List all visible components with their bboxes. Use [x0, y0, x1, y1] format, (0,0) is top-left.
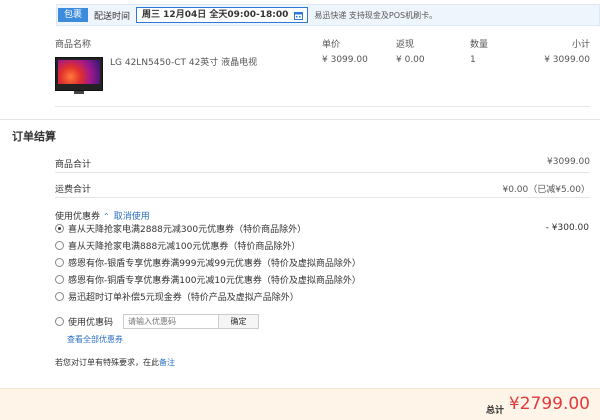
- coupon-code-label: 使用优惠码: [68, 317, 114, 328]
- radio-button[interactable]: [55, 257, 64, 267]
- radio-button[interactable]: [55, 240, 64, 250]
- delivery-note: 易迅快递 支持现金及POS机刷卡。: [314, 10, 438, 20]
- coupon-label: 喜从天降抢家电满888元减100元优惠券（特价商品除外）: [68, 241, 301, 252]
- remark-link[interactable]: 备注: [159, 358, 175, 367]
- radio-button[interactable]: [55, 274, 64, 284]
- divider: [55, 106, 590, 107]
- product-row: LG 42LN5450-CT 42英寸 液晶电视 ¥ 3099.00 ¥ 0.0…: [0, 55, 600, 95]
- radio-button[interactable]: [55, 223, 64, 233]
- shipping-total-label: 运费合计: [55, 185, 92, 195]
- goods-total-label: 商品合计: [55, 160, 92, 170]
- product-image[interactable]: [55, 57, 103, 94]
- coupon-amount: - ¥300.00: [545, 223, 589, 233]
- radio-button[interactable]: [55, 291, 64, 301]
- goods-total-row: 商品合计 ¥3099.00: [55, 153, 590, 173]
- product-qty: 1: [470, 55, 476, 65]
- calendar-icon[interactable]: [294, 11, 304, 20]
- col-rebate: 返现: [396, 40, 415, 50]
- coupon-option[interactable]: 易迅超时订单补偿5元现金券（特价产品及虚拟产品除外）: [55, 289, 595, 303]
- col-qty: 数量: [470, 40, 489, 50]
- remark-text: 若您对订单有特殊要求，在此: [55, 358, 159, 367]
- delivery-time-label: 配送时间: [94, 11, 131, 22]
- product-table-header: 商品名称 单价 返现 数量 小计: [0, 37, 600, 51]
- delivery-bar: 包裹 配送时间 周三 12月04日 全天09:00-18:00 易迅快递 支持现…: [56, 4, 600, 26]
- coupon-label: 感恩有你-铜盾专享优惠券满100元减10元优惠券（特价及虚拟商品除外）: [68, 275, 361, 286]
- section-title: 订单结算: [12, 130, 56, 143]
- coupon-option[interactable]: 感恩有你-铜盾专享优惠券满100元减10元优惠券（特价及虚拟商品除外）: [55, 272, 595, 286]
- product-rebate: ¥ 0.00: [396, 55, 425, 65]
- shipping-total-row: 运费合计 ¥0.00（已减¥5.00）: [55, 178, 590, 198]
- product-subtotal: ¥ 3099.00: [544, 55, 590, 65]
- coupon-label: 易迅超时订单补偿5元现金券（特价产品及虚拟产品除外）: [68, 292, 299, 303]
- package-tag: 包裹: [58, 8, 89, 22]
- view-all-coupons-link[interactable]: 查看全部优惠券: [67, 334, 123, 345]
- goods-total-value: ¥3099.00: [547, 157, 590, 167]
- col-price: 单价: [322, 40, 341, 50]
- coupon-code-row: 使用优惠码 确定: [55, 313, 260, 329]
- coupon-label: 感恩有你-银盾专享优惠券满999元减99元优惠券（特价及虚拟商品除外）: [68, 258, 361, 269]
- total-label: 总计: [485, 406, 504, 416]
- total-bar: 总计 ¥2799.00: [0, 388, 600, 420]
- radio-button[interactable]: [55, 316, 64, 326]
- coupon-label: 喜从天降抢家电满2888元减300元优惠券（特价商品除外）: [68, 224, 307, 235]
- coupon-code-input[interactable]: [123, 313, 220, 329]
- total-amount: ¥2799.00: [508, 394, 590, 414]
- divider: [0, 119, 600, 120]
- remark-line: 若您对订单有特殊要求，在此备注: [55, 357, 175, 368]
- shipping-total-value: ¥0.00（已减¥5.00）: [502, 185, 590, 195]
- product-name[interactable]: LG 42LN5450-CT 42英寸 液晶电视: [110, 55, 257, 68]
- delivery-date-value: 周三 12月04日 全天09:00-18:00: [142, 10, 289, 20]
- confirm-button[interactable]: 确定: [219, 313, 260, 329]
- coupon-option[interactable]: 喜从天降抢家电满888元减100元优惠券（特价商品除外）: [55, 238, 595, 252]
- coupon-option[interactable]: 喜从天降抢家电满2888元减300元优惠券（特价商品除外） - ¥300.00: [55, 221, 595, 235]
- col-subtotal: 小计: [571, 40, 590, 50]
- coupon-option[interactable]: 感恩有你-银盾专享优惠券满999元减99元优惠券（特价及虚拟商品除外）: [55, 255, 595, 269]
- delivery-date-select[interactable]: 周三 12月04日 全天09:00-18:00: [136, 7, 309, 23]
- col-name: 商品名称: [55, 40, 92, 50]
- product-price: ¥ 3099.00: [322, 55, 368, 65]
- chevron-up-icon[interactable]: ⌃: [103, 212, 110, 221]
